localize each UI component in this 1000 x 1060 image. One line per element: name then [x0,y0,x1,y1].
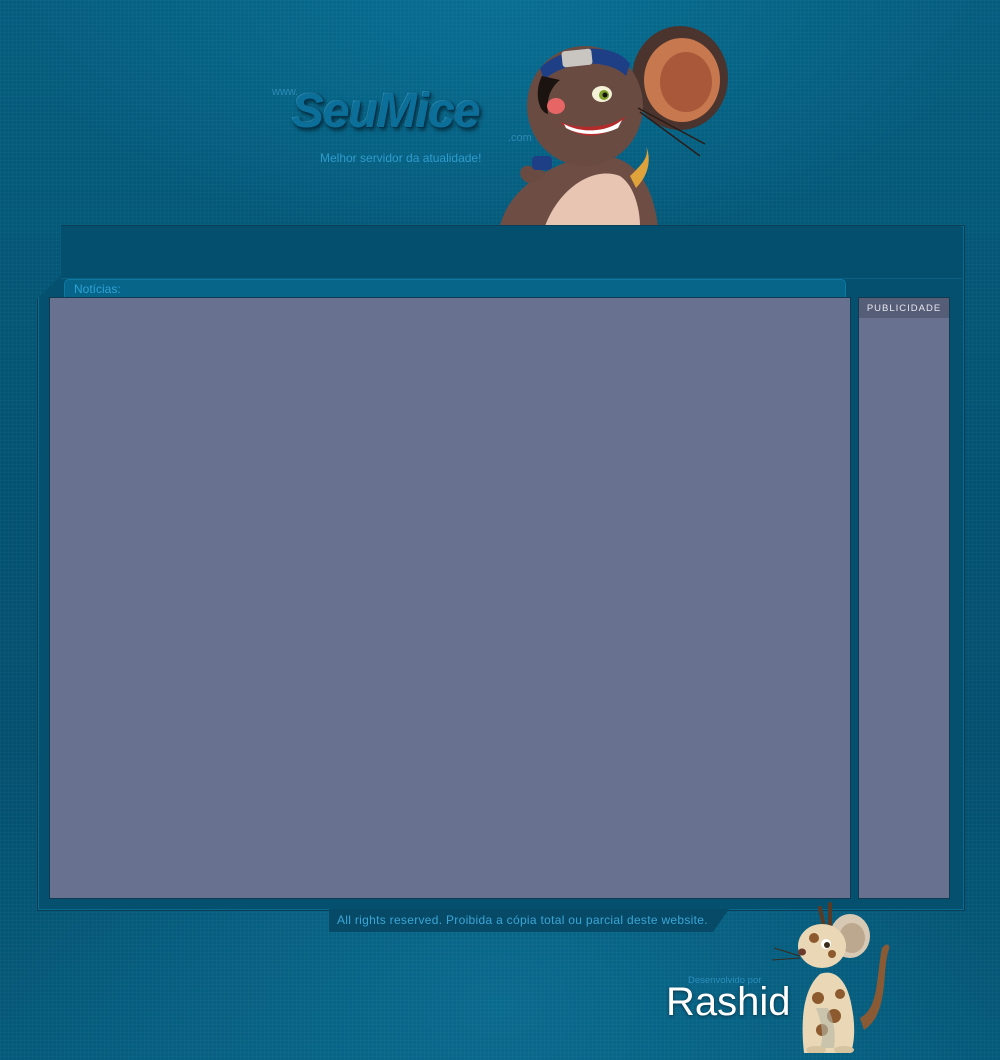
frame-top-band [61,226,962,279]
site-logo[interactable]: SeuMice [292,84,481,139]
site-tagline: Melhor servidor da atualidade! [320,151,482,165]
giraffe-mouse-icon [771,902,890,1053]
news-content-panel [49,297,851,899]
advertising-header: PUBLICIDADE [859,298,949,318]
advertising-panel [858,297,950,899]
copyright-text: All rights reserved. Proibida a cópia to… [337,913,708,927]
news-section-title: Notícias: [74,282,121,296]
mouse-mascot-icon [500,26,728,226]
news-tab [64,279,846,298]
